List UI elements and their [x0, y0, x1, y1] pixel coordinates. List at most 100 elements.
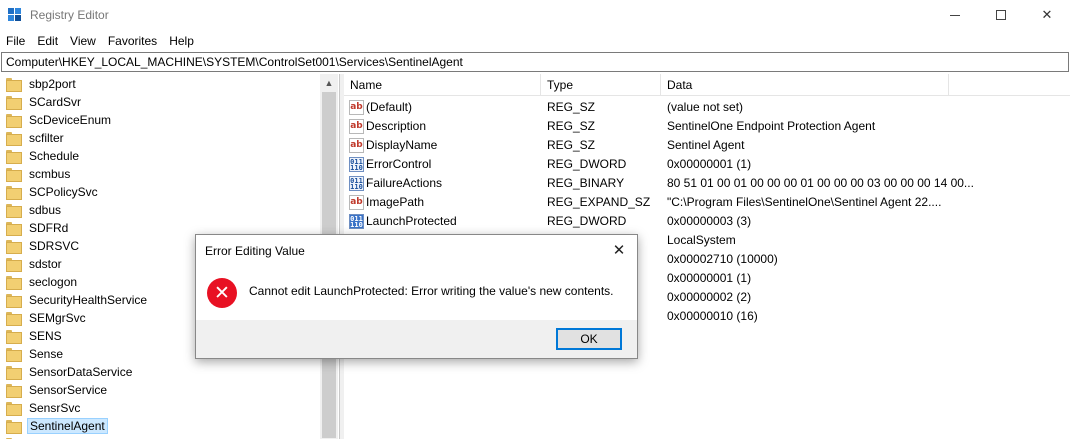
string-value-icon: ab	[349, 138, 364, 153]
tree-item[interactable]: Sense	[6, 345, 65, 363]
dialog-title: Error Editing Value	[205, 244, 305, 258]
value-name: LaunchProtected	[366, 214, 457, 228]
tree-item[interactable]: SentinelDeviceControl	[6, 435, 150, 439]
tree-item[interactable]: seclogon	[6, 273, 79, 291]
dialog-close-button[interactable]: ✕	[606, 239, 632, 261]
menu-file[interactable]: File	[0, 32, 31, 51]
tree-item[interactable]: sbp2port	[6, 75, 78, 93]
binary-value-icon: 011 110	[349, 157, 364, 172]
tree-item-label: SEMgrSvc	[29, 311, 86, 325]
value-name: FailureActions	[366, 176, 443, 190]
tree-item-label: SensrSvc	[29, 401, 81, 415]
tree-item[interactable]: SensrSvc	[6, 399, 82, 417]
folder-icon	[6, 186, 22, 200]
tree-item-label: sdbus	[29, 203, 62, 217]
binary-value-icon: 011 110	[349, 176, 364, 191]
tree-item[interactable]: SecurityHealthService	[6, 291, 149, 309]
value-name: (Default)	[366, 100, 413, 114]
tree-item-label: Sense	[29, 347, 64, 361]
tree-item[interactable]: SensorService	[6, 381, 109, 399]
tree-item[interactable]: SEMgrSvc	[6, 309, 88, 327]
tree-item-label: scmbus	[29, 167, 71, 181]
folder-icon	[6, 348, 22, 362]
error-icon: ✕	[207, 278, 237, 308]
tree-item[interactable]: SDRSVC	[6, 237, 81, 255]
window-title: Registry Editor	[30, 8, 109, 22]
close-icon: ✕	[1041, 7, 1053, 22]
value-row[interactable]: ab (Default) REG_SZ (value not set)	[344, 98, 1070, 117]
menu-edit[interactable]: Edit	[31, 32, 64, 51]
folder-icon	[6, 168, 22, 182]
value-row[interactable]: ab Description REG_SZ SentinelOne Endpoint …	[344, 117, 1070, 136]
close-button[interactable]: ✕	[1024, 0, 1070, 30]
value-name: Description	[366, 119, 427, 133]
tree-item-label: seclogon	[29, 275, 78, 289]
ok-button[interactable]: OK	[556, 328, 622, 350]
tree-item-label: SensorService	[29, 383, 108, 397]
value-type: REG_SZ	[547, 138, 596, 152]
maximize-button[interactable]	[978, 0, 1024, 30]
error-dialog: Error Editing Value ✕ ✕ Cannot edit Laun…	[195, 234, 638, 359]
tree-item-label: ScDeviceEnum	[29, 113, 112, 127]
value-data: SentinelOne Endpoint Protection Agent	[667, 119, 876, 133]
menu-view[interactable]: View	[64, 32, 102, 51]
tree-item[interactable]: sdstor	[6, 255, 64, 273]
value-row[interactable]: ab DisplayName REG_SZ Sentinel Agent	[344, 136, 1070, 155]
tree-item[interactable]: scmbus	[6, 165, 72, 183]
folder-icon	[6, 420, 22, 434]
tree-item-label: SecurityHealthService	[29, 293, 148, 307]
minimize-button[interactable]	[932, 0, 978, 30]
value-data: 0x00002710 (10000)	[667, 252, 778, 266]
binary-value-icon: 011 110	[349, 214, 364, 229]
folder-icon	[6, 240, 22, 254]
menu-help[interactable]: Help	[163, 32, 200, 51]
folder-icon	[6, 132, 22, 146]
value-row[interactable]: 011 110 FailureActions REG_BINARY 80 51 01 …	[344, 174, 1070, 193]
tree-item-label: sbp2port	[29, 77, 76, 91]
folder-icon	[6, 312, 22, 326]
value-name: ErrorControl	[366, 157, 432, 171]
value-row[interactable]: ab ImagePath REG_EXPAND_SZ "C:\Program File…	[344, 193, 1070, 212]
tree-item[interactable]: SDFRd	[6, 219, 70, 237]
tree-item[interactable]: Schedule	[6, 147, 81, 165]
folder-icon	[6, 96, 22, 110]
tree-item-label: SCPolicySvc	[29, 185, 98, 199]
value-row[interactable]: 011 110 ErrorControl REG_DWORD 0x00000001 (…	[344, 155, 1070, 174]
column-header-type[interactable]: Type	[541, 74, 661, 96]
dialog-footer: OK	[196, 320, 637, 358]
menu-favorites[interactable]: Favorites	[102, 32, 163, 51]
value-type: REG_BINARY	[547, 176, 625, 190]
registry-editor-icon	[8, 8, 22, 22]
tree-item[interactable]: sdbus	[6, 201, 63, 219]
value-type: REG_EXPAND_SZ	[547, 195, 651, 209]
folder-icon	[6, 366, 22, 380]
value-row[interactable]: 011 110 LaunchProtected REG_DWORD 0x0000000…	[344, 212, 1070, 231]
value-type: REG_DWORD	[547, 157, 627, 171]
tree-item[interactable]: scfilter	[6, 129, 66, 147]
scroll-up-icon[interactable]: ▲	[320, 74, 338, 91]
tree-item-label: Schedule	[29, 149, 80, 163]
value-data: 80 51 01 00 01 00 00 00 01 00 00 00 03 0…	[667, 176, 974, 190]
tree-item[interactable]: SensorDataService	[6, 363, 134, 381]
value-data: 0x00000010 (16)	[667, 309, 758, 323]
value-type: REG_SZ	[547, 119, 596, 133]
tree-item-label: SCardSvr	[29, 95, 82, 109]
column-header-data[interactable]: Data	[661, 74, 949, 96]
tree-item[interactable]: SENS	[6, 327, 64, 345]
tree-item-label: SDFRd	[29, 221, 69, 235]
value-name: ImagePath	[366, 195, 425, 209]
column-header-name[interactable]: Name	[344, 74, 541, 96]
tree-item[interactable]: SCardSvr	[6, 93, 83, 111]
tree-item-label: SDRSVC	[29, 239, 80, 253]
string-value-icon: ab	[349, 100, 364, 115]
folder-icon	[6, 276, 22, 290]
folder-icon	[6, 258, 22, 272]
address-bar[interactable]: Computer\HKEY_LOCAL_MACHINE\SYSTEM\Contr…	[1, 52, 1069, 72]
tree-item[interactable]: ScDeviceEnum	[6, 111, 113, 129]
tree-item[interactable]: SentinelAgent	[6, 417, 108, 435]
string-value-icon: ab	[349, 119, 364, 134]
value-data: 0x00000001 (1)	[667, 271, 752, 285]
title-bar: Registry Editor ✕	[0, 0, 1070, 32]
folder-icon	[6, 78, 22, 92]
tree-item[interactable]: SCPolicySvc	[6, 183, 100, 201]
